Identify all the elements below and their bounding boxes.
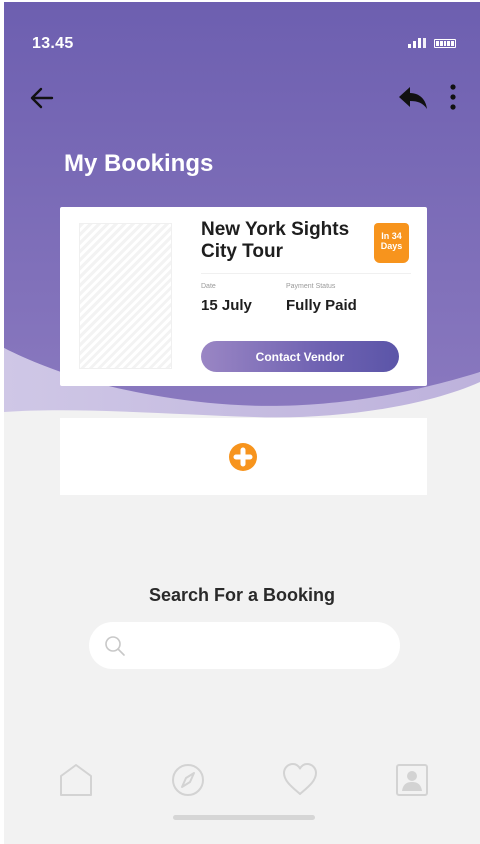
app-screen: 13.45 My Bookings New York Sights City T…	[4, 2, 480, 844]
payment-status-value: Fully Paid	[286, 297, 357, 314]
share-button[interactable]	[396, 82, 430, 114]
home-icon	[60, 764, 92, 796]
search-icon	[105, 636, 125, 656]
payment-status-label: Payment Status	[286, 283, 336, 290]
nav-favorites[interactable]	[282, 762, 318, 798]
plus-circle-icon	[229, 443, 257, 471]
profile-icon	[396, 764, 428, 796]
reply-icon	[399, 87, 427, 109]
battery-icon	[434, 39, 456, 48]
arrow-left-icon	[30, 87, 54, 109]
search-box[interactable]	[89, 622, 400, 669]
heart-icon	[283, 763, 317, 795]
card-divider	[201, 273, 411, 274]
search-input[interactable]	[139, 630, 384, 661]
contact-vendor-button[interactable]: Contact Vendor	[201, 341, 399, 372]
home-indicator	[173, 815, 315, 820]
more-vertical-icon	[450, 84, 456, 110]
nav-explore[interactable]	[170, 762, 206, 798]
nav-home[interactable]	[58, 762, 94, 798]
tour-image	[79, 223, 172, 369]
back-button[interactable]	[26, 82, 58, 114]
compass-icon	[172, 764, 204, 796]
tour-title: New York Sights City Tour	[201, 219, 350, 262]
days-badge: In 34 Days	[374, 223, 409, 263]
more-button[interactable]	[444, 82, 462, 114]
booking-card[interactable]: New York Sights City Tour In 34 Days Dat…	[60, 207, 427, 386]
nav-profile[interactable]	[394, 762, 430, 798]
add-booking-card[interactable]	[60, 418, 427, 495]
date-value: 15 July	[201, 297, 252, 314]
status-time: 13.45	[32, 35, 74, 52]
badge-line-2: Days	[380, 241, 403, 251]
date-label: Date	[201, 283, 216, 290]
signal-icon	[408, 38, 426, 48]
badge-line-1: In 34	[381, 231, 402, 241]
page-title: My Bookings	[64, 150, 214, 177]
search-title: Search For a Booking	[148, 585, 336, 605]
status-icons	[408, 38, 456, 48]
